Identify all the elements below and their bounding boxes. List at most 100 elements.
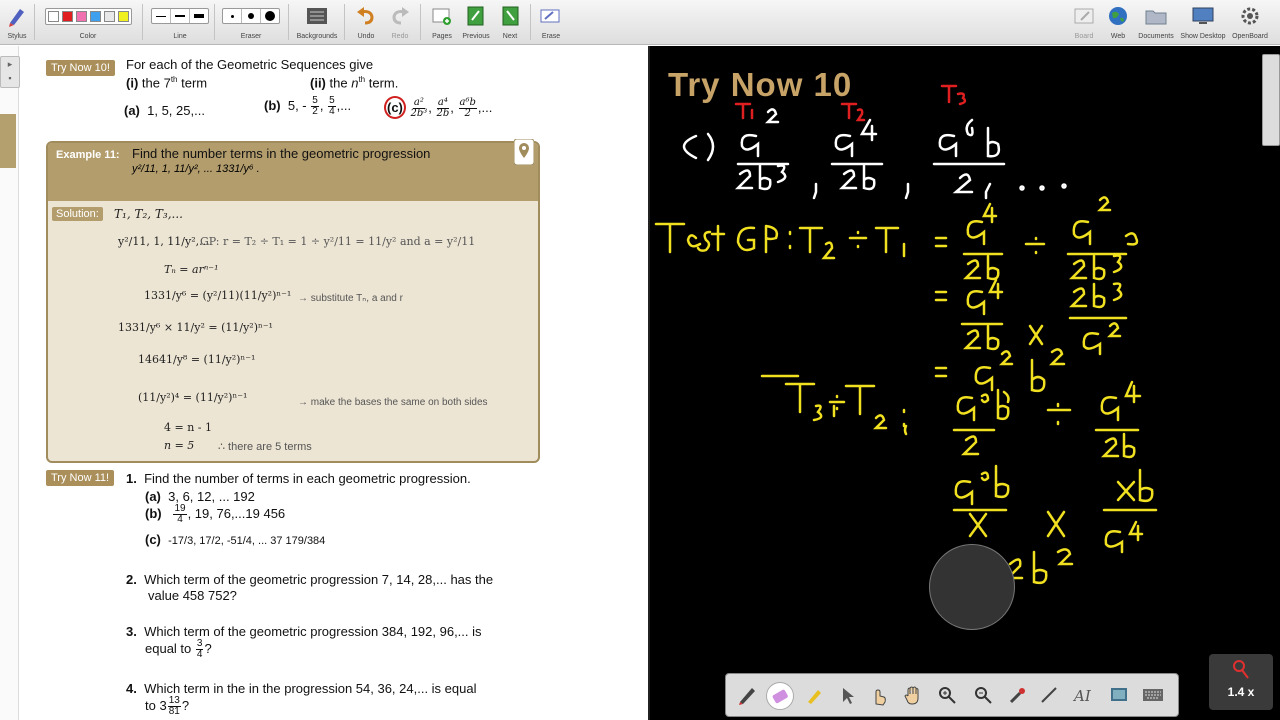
try-now-11-tag: Try Now 11! xyxy=(46,470,115,486)
board-tools-bar: AI xyxy=(725,673,1179,717)
folder-icon xyxy=(1136,2,1176,30)
pan-tool-button[interactable] xyxy=(900,682,926,708)
highlighter-icon xyxy=(808,690,821,704)
redo-button[interactable]: Redo xyxy=(386,2,414,40)
documents-button[interactable]: Documents xyxy=(1136,2,1176,40)
question-1c: (c) -17/3, 17/2, -51/4, ... 37 179/384 xyxy=(145,532,326,547)
solution-step-equation: 4 = n - 1 xyxy=(164,421,213,434)
laser-pointer-button[interactable] xyxy=(1004,682,1030,708)
previous-page-icon xyxy=(460,2,492,30)
arrow-pointer-icon xyxy=(843,688,854,704)
color-picker[interactable]: Color xyxy=(40,2,136,40)
board-button[interactable]: Board xyxy=(1070,2,1098,40)
erase-button[interactable]: Erase xyxy=(536,2,566,40)
solution-tag: Solution: xyxy=(52,207,103,221)
whiteboard-canvas[interactable]: Try Now 10 xyxy=(650,46,1280,720)
swatch-white[interactable] xyxy=(47,10,59,22)
keyboard-button[interactable] xyxy=(1140,682,1166,708)
next-page-button[interactable]: Next xyxy=(496,2,524,40)
question-4: 4. Which term in the in the progression … xyxy=(126,681,477,696)
line-thick[interactable] xyxy=(190,9,208,23)
openboard-button[interactable]: OpenBoard xyxy=(1230,2,1270,40)
show-desktop-button[interactable]: Show Desktop xyxy=(1180,2,1226,40)
try-now-10-instruction: For each of the Geometric Sequences give xyxy=(126,57,374,72)
question-1a: (a) 3, 6, 12, ... 192 xyxy=(145,489,255,504)
solution-sequence: y²/11, 1, 11/y²,... xyxy=(118,235,210,248)
example-11-text: Find the number terms in the geometric p… xyxy=(132,146,431,161)
sequence-a: (a) 1, 5, 25,... xyxy=(124,103,205,118)
eraser-large[interactable] xyxy=(261,9,279,23)
zoom-in-icon xyxy=(939,687,956,704)
main-toolbar: Stylus Color Line Eraser Backgrounds Und… xyxy=(0,0,1280,45)
zoom-in-button[interactable] xyxy=(934,682,960,708)
solution-conclusion: ∴ there are 5 terms xyxy=(218,441,312,453)
line-width-picker[interactable]: Line xyxy=(150,2,210,40)
red-term-labels xyxy=(734,84,967,122)
sequence-c-circled-label: (c) xyxy=(384,96,406,119)
stylus-button[interactable]: Stylus xyxy=(4,2,30,40)
web-button[interactable]: Web xyxy=(1104,2,1132,40)
solution-step-substitute: 1331/y⁶ = (y²/11)(11/y²)ⁿ⁻¹ xyxy=(144,289,292,302)
yellow-working-handwriting xyxy=(654,196,1158,585)
pen-tool-button[interactable] xyxy=(734,682,760,708)
location-pin-icon[interactable] xyxy=(514,139,534,165)
pen-icon xyxy=(739,688,755,705)
zoom-out-icon xyxy=(975,687,992,704)
highlighter-tool-button[interactable] xyxy=(802,682,828,708)
text-icon: AI xyxy=(1072,687,1092,705)
keyboard-icon xyxy=(1143,689,1163,701)
text-tool-button[interactable]: AI xyxy=(1070,682,1096,708)
question-1: 1. Find the number of terms in each geom… xyxy=(126,471,471,486)
zoom-out-button[interactable] xyxy=(970,682,996,708)
swatch-pink[interactable] xyxy=(75,10,87,22)
previous-page-button[interactable]: Previous xyxy=(460,2,492,40)
gear-icon xyxy=(1230,2,1270,30)
redo-icon xyxy=(386,2,414,30)
capture-tool-button[interactable] xyxy=(1106,682,1132,708)
stylus-icon xyxy=(4,2,30,30)
swatch-grey[interactable] xyxy=(103,10,115,22)
eraser-tool-button[interactable] xyxy=(766,682,794,710)
next-page-icon xyxy=(496,2,524,30)
solution-step-multiply: 1331/y⁶ × 11/y² = (11/y²)ⁿ⁻¹ xyxy=(118,321,273,334)
question-2-continued: value 458 752? xyxy=(148,588,237,603)
question-2: 2. Which term of the geometric progressi… xyxy=(126,572,494,587)
page-nav-arrows[interactable]: ▸ ▪ xyxy=(0,56,20,88)
undo-icon xyxy=(352,2,380,30)
interact-tool-button[interactable] xyxy=(866,682,892,708)
eraser-small[interactable] xyxy=(223,9,242,23)
globe-icon xyxy=(1104,2,1132,30)
swatch-red[interactable] xyxy=(61,10,73,22)
select-tool-button[interactable] xyxy=(834,682,860,708)
add-page-icon xyxy=(428,2,456,30)
backgrounds-button[interactable]: Backgrounds xyxy=(294,2,340,40)
solution-gp-ratio: GP: r = T₂ ÷ T₁ = 1 ÷ y²/11 = 11/y² and … xyxy=(200,235,476,248)
document-pane: ▸ ▪ Try Now 10! For each of the Geometric… xyxy=(0,46,648,720)
line-medium[interactable] xyxy=(171,9,190,23)
eraser-size-picker[interactable]: Eraser xyxy=(220,2,282,40)
line-thin[interactable] xyxy=(152,9,171,23)
backgrounds-icon xyxy=(294,2,340,30)
try-now-10-part-i: (i) the 7th term xyxy=(126,75,208,91)
try-now-10-tag: Try Now 10! xyxy=(46,60,115,76)
undo-button[interactable]: Undo xyxy=(352,2,380,40)
swatch-blue[interactable] xyxy=(89,10,101,22)
example-11-title: Example 11: xyxy=(56,149,120,161)
line-tool-button[interactable] xyxy=(1036,682,1062,708)
svg-text:AI: AI xyxy=(1072,687,1092,705)
pages-button[interactable]: Pages xyxy=(428,2,456,40)
try-now-10-part-ii: (ii) the nth term. xyxy=(310,75,399,91)
example-11-box: Example 11: Find the number terms in the… xyxy=(46,139,540,463)
laser-pointer-icon xyxy=(1009,688,1025,704)
hand-icon xyxy=(904,686,919,705)
solution-step-answer: n = 5 xyxy=(164,439,195,452)
question-4-continued: to 3 13 81? xyxy=(145,695,190,717)
line-icon xyxy=(1041,687,1057,703)
erase-icon xyxy=(536,2,566,30)
solution-note-substitute: → substitute Tₙ, a and r xyxy=(298,293,403,304)
zoom-indicator[interactable]: 1.4 x xyxy=(1209,654,1273,710)
pointer-cursor-overlay xyxy=(929,544,1015,630)
solution-general-term: Tₙ = arⁿ⁻¹ xyxy=(164,263,219,276)
swatch-yellow[interactable] xyxy=(117,10,129,22)
eraser-medium[interactable] xyxy=(242,9,261,23)
